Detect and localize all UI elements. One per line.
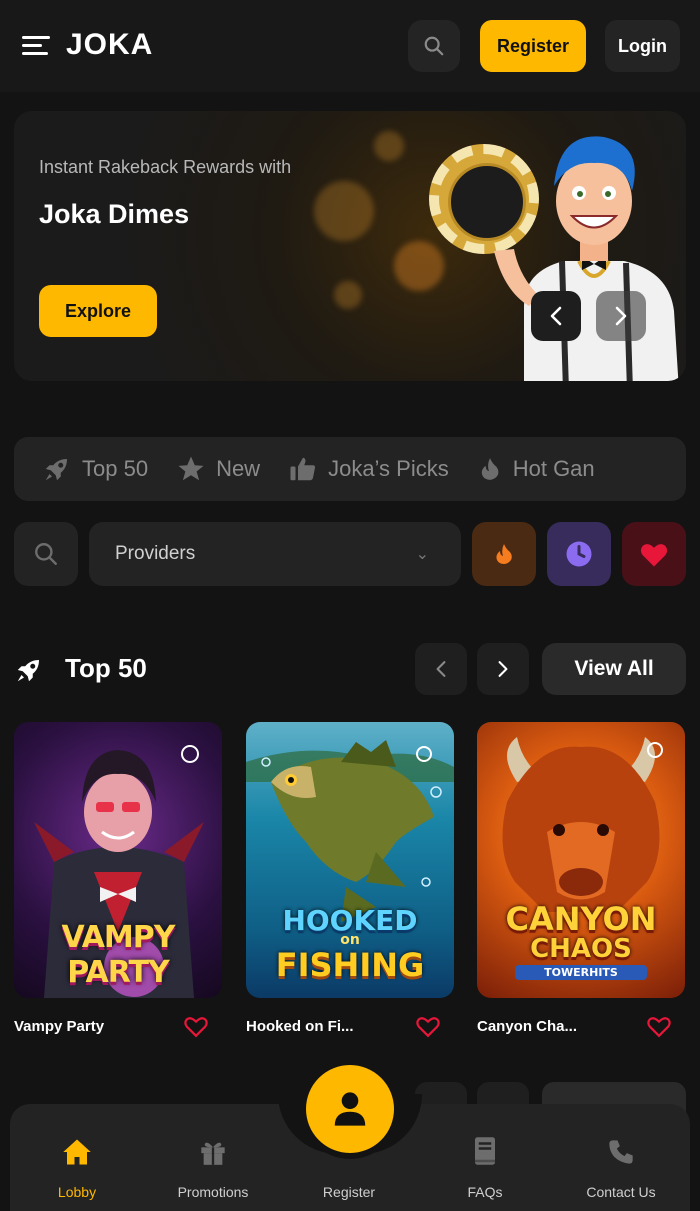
game-card[interactable]: VAMPY PARTY Vampy Party xyxy=(14,722,222,1038)
nav-lobby[interactable]: Lobby xyxy=(17,1132,137,1200)
section-next-button[interactable] xyxy=(477,643,529,695)
game-thumbnail[interactable]: HOOKED on FISHING xyxy=(246,722,454,998)
game-thumbnail[interactable]: VAMPY PARTY xyxy=(14,722,222,998)
game-name: Canyon Cha... xyxy=(477,1018,578,1035)
gift-icon xyxy=(201,1142,225,1165)
nav-contact-us[interactable]: Contact Us xyxy=(561,1132,681,1200)
providers-label: Providers xyxy=(115,543,196,564)
search-icon xyxy=(35,543,57,565)
tab-hot-games[interactable]: Hot Gan xyxy=(477,454,595,484)
game-search-button[interactable] xyxy=(14,522,78,586)
clock-icon xyxy=(566,541,592,567)
nav-label: FAQs xyxy=(467,1184,503,1200)
top-50-section-header: Top 50 View All xyxy=(14,643,686,695)
chevron-right-icon xyxy=(498,661,508,677)
phone-icon xyxy=(609,1140,633,1164)
search-icon xyxy=(424,36,444,56)
game-name: Hooked on Fi... xyxy=(246,1018,354,1035)
game-thumbnail[interactable]: CANYON CHAOS TOWERHITS xyxy=(477,722,685,998)
flame-icon xyxy=(496,544,512,564)
joka-logo[interactable]: JOKA xyxy=(66,28,153,62)
banner-prev-button[interactable] xyxy=(531,291,581,341)
tab-jokas-picks[interactable]: Joka’s Picks xyxy=(288,454,449,484)
bokeh-light xyxy=(394,241,444,291)
favorite-button[interactable] xyxy=(414,1014,442,1043)
banner-subtitle: Instant Rakeback Rewards with xyxy=(39,157,292,177)
joker-mascot-image xyxy=(494,136,679,381)
chevron-down-icon: ⌄ xyxy=(415,546,429,563)
tab-label: Joka’s Picks xyxy=(328,456,449,481)
rocket-icon xyxy=(45,459,67,481)
rocket-icon xyxy=(17,660,39,682)
banner-next-button[interactable] xyxy=(596,291,646,341)
heart-outline-icon xyxy=(184,1017,208,1038)
bokeh-light xyxy=(314,181,374,241)
hot-filter-button[interactable] xyxy=(472,522,536,586)
tab-new[interactable]: New xyxy=(176,454,260,484)
nav-register[interactable]: Register xyxy=(289,1132,409,1200)
section-title: Top 50 xyxy=(65,653,147,683)
game-art-title: VAMPY PARTY xyxy=(61,920,176,990)
bokeh-light xyxy=(374,131,404,161)
game-name: Vampy Party xyxy=(14,1018,105,1035)
view-all-button[interactable]: View All xyxy=(542,643,686,695)
nav-faqs[interactable]: FAQs xyxy=(425,1132,545,1200)
tab-label: New xyxy=(216,456,261,481)
home-icon xyxy=(63,1139,91,1165)
game-art-title: FISHING xyxy=(275,946,425,984)
top-header: JOKA Register Login xyxy=(0,0,700,92)
star-icon xyxy=(178,456,204,481)
search-button[interactable] xyxy=(408,20,460,72)
favorite-button[interactable] xyxy=(645,1014,673,1043)
game-card[interactable]: HOOKED on FISHING Hooked on Fi... xyxy=(246,722,454,1038)
book-icon xyxy=(475,1137,495,1165)
explore-button[interactable]: Explore xyxy=(39,285,157,337)
heart-outline-icon xyxy=(647,1017,671,1038)
flame-icon xyxy=(481,458,499,480)
login-button[interactable]: Login xyxy=(605,20,680,72)
category-tabs: Top 50 New Joka’s Picks Hot Gan xyxy=(14,437,686,501)
tab-top-50[interactable]: Top 50 xyxy=(42,454,148,484)
user-icon xyxy=(334,1092,366,1126)
nav-label: Lobby xyxy=(57,1184,97,1200)
nav-label: Promotions xyxy=(177,1184,249,1200)
game-art-title: TOWERHITS xyxy=(515,965,647,980)
section-prev-button[interactable] xyxy=(415,643,467,695)
providers-dropdown[interactable]: Providers ⌄ xyxy=(89,522,461,586)
game-art-title: CHAOS xyxy=(530,934,632,964)
bokeh-light xyxy=(334,281,362,309)
tab-label: Top 50 xyxy=(82,456,149,481)
heart-icon xyxy=(640,544,668,567)
promo-banner[interactable]: Instant Rakeback Rewards with Joka Dimes… xyxy=(14,111,686,381)
nav-label: Register xyxy=(322,1184,376,1200)
recent-filter-button[interactable] xyxy=(547,522,611,586)
favorite-button[interactable] xyxy=(182,1014,210,1043)
chevron-left-icon xyxy=(550,306,562,326)
nav-promotions[interactable]: Promotions xyxy=(153,1132,273,1200)
thumbs-up-icon xyxy=(290,457,316,481)
chevron-right-icon xyxy=(615,306,627,326)
game-card[interactable]: CANYON CHAOS TOWERHITS Canyon Cha... xyxy=(477,722,685,1038)
nav-label: Contact Us xyxy=(586,1184,656,1200)
chevron-left-icon xyxy=(436,661,446,677)
tab-label: Hot Gan xyxy=(512,456,595,481)
banner-title: Joka Dimes xyxy=(39,199,190,229)
register-button[interactable]: Register xyxy=(480,20,586,72)
game-art-title: CANYON xyxy=(505,900,657,938)
favorites-filter-button[interactable] xyxy=(622,522,686,586)
menu-icon[interactable] xyxy=(22,36,50,56)
heart-outline-icon xyxy=(416,1017,440,1038)
